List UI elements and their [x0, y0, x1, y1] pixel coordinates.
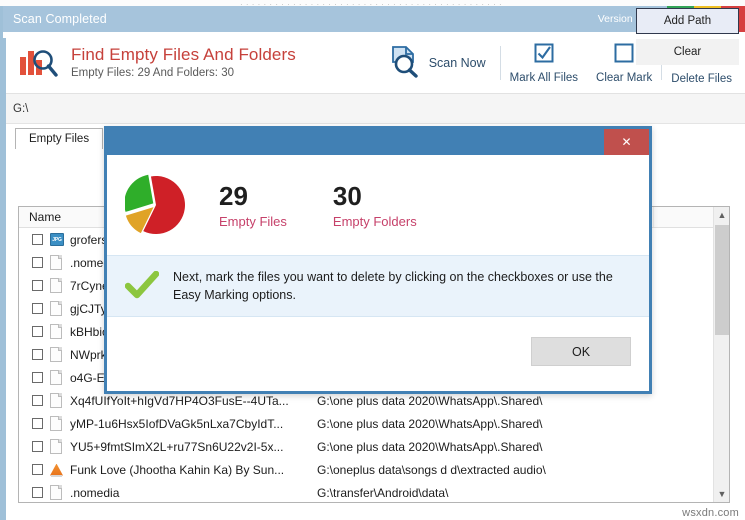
- empty-checkbox-icon: [613, 42, 635, 69]
- generic-file-icon: [50, 255, 62, 270]
- generic-file-icon: [50, 324, 62, 339]
- generic-file-icon: [50, 416, 62, 431]
- app-header: Find Empty Files And Folders Empty Files…: [3, 32, 745, 94]
- add-path-button[interactable]: Add Path: [636, 8, 739, 34]
- empty-folders-count: 30: [332, 181, 362, 211]
- file-name: yMP-1u6Hsx5IofDVaGk5nLxa7CbyIdT...: [70, 416, 284, 431]
- file-name: YU5+9fmtSImX2L+ru77Sn6U22v2I-5x...: [70, 439, 284, 454]
- row-checkbox[interactable]: [32, 257, 43, 268]
- empty-folders-label: Empty Folders: [332, 214, 417, 229]
- clear-mark-label: Clear Mark: [596, 72, 653, 84]
- vlc-media-icon: [50, 463, 63, 477]
- table-row[interactable]: YU5+9fmtSImX2L+ru77Sn6U22v2I-5x... G:\one…: [19, 435, 729, 458]
- dialog-title-bar: ✕: [107, 129, 649, 155]
- pie-slice: [124, 174, 154, 212]
- dialog-footer: OK: [107, 317, 649, 391]
- jpg-file-icon: JPG: [50, 233, 64, 246]
- scroll-up-button[interactable]: ▲: [714, 207, 730, 223]
- title-bar: Scan Completed Version 2.9.1 ✕: [3, 6, 745, 32]
- row-checkbox[interactable]: [32, 280, 43, 291]
- scan-now-label: Scan Now: [428, 56, 486, 70]
- scroll-down-button[interactable]: ▼: [714, 486, 730, 502]
- row-checkbox[interactable]: [32, 441, 43, 452]
- generic-file-icon: [50, 347, 62, 362]
- row-checkbox[interactable]: [32, 349, 43, 360]
- vertical-scrollbar[interactable]: ▲ ▼: [713, 207, 729, 502]
- brand-text: Find Empty Files And Folders Empty Files…: [71, 44, 296, 81]
- bar-chart-magnifier-icon: [17, 43, 61, 83]
- delete-files-label: Delete Files: [671, 73, 732, 85]
- checked-checkbox-icon: [533, 42, 555, 69]
- mark-all-files-button[interactable]: Mark All Files: [501, 36, 587, 90]
- window-title: Scan Completed: [13, 12, 107, 26]
- dialog-close-button[interactable]: ✕: [604, 129, 649, 155]
- row-checkbox[interactable]: [32, 234, 43, 245]
- generic-file-icon: [50, 485, 62, 500]
- row-checkbox[interactable]: [32, 372, 43, 383]
- row-checkbox[interactable]: [32, 395, 43, 406]
- generic-file-icon: [50, 278, 62, 293]
- generic-file-icon: [50, 439, 62, 454]
- path-bar: [3, 94, 745, 124]
- application-window: · · · · · · · · · · · · · · · · · · · · …: [0, 0, 745, 520]
- scrollbar-thumb[interactable]: [715, 225, 729, 335]
- table-row[interactable]: Funk Love (Jhootha Kahin Ka) By Sun... G:…: [19, 458, 729, 481]
- row-checkbox[interactable]: [32, 326, 43, 337]
- green-checkmark-icon: [124, 270, 160, 301]
- file-name: .nomedia: [70, 485, 120, 500]
- file-path: G:\one plus data 2020\WhatsApp\.Shared\: [317, 439, 543, 454]
- file-path: G:\one plus data 2020\WhatsApp\.Shared\: [317, 416, 543, 431]
- empty-files-stat: 29 Empty Files: [219, 181, 287, 229]
- dialog-stats: 29 Empty Files 30 Empty Folders: [107, 155, 649, 255]
- path-input[interactable]: [3, 102, 603, 115]
- pie-chart-icon: [124, 172, 191, 238]
- row-checkbox[interactable]: [32, 464, 43, 475]
- dialog-message-bar: Next, mark the files you want to delete …: [107, 255, 649, 317]
- page-title: Find Empty Files And Folders: [71, 45, 296, 64]
- file-path: G:\oneplus data\songs d d\extracted audi…: [317, 462, 546, 477]
- file-path: G:\transfer\Android\data\: [317, 485, 449, 500]
- clear-button[interactable]: Clear: [636, 39, 739, 65]
- empty-files-count: 29: [219, 181, 248, 211]
- scan-result-dialog: ✕ 29 Empty Files 30 Empty Folders Next,: [104, 126, 652, 394]
- close-icon: ✕: [621, 135, 632, 149]
- ok-button[interactable]: OK: [531, 337, 631, 366]
- row-checkbox[interactable]: [32, 303, 43, 314]
- watermark: wsxdn.com: [682, 507, 739, 519]
- scan-now-button[interactable]: Scan Now: [379, 36, 500, 90]
- mark-all-files-label: Mark All Files: [509, 72, 579, 84]
- empty-files-label: Empty Files: [219, 214, 287, 229]
- file-name: Xq4fUIfYoIt+hIgVd7HP4O3FusE--4UTa...: [70, 393, 289, 408]
- empty-folders-stat: 30 Empty Folders: [333, 181, 417, 229]
- tab-empty-files[interactable]: Empty Files: [15, 128, 104, 149]
- file-name: Funk Love (Jhootha Kahin Ka) By Sun...: [70, 462, 285, 477]
- scan-summary: Empty Files: 29 And Folders: 30: [71, 67, 234, 79]
- generic-file-icon: [50, 370, 62, 385]
- table-row[interactable]: yMP-1u6Hsx5IofDVaGk5nLxa7CbyIdT... G:\one…: [19, 412, 729, 435]
- file-path: G:\one plus data 2020\WhatsApp\.Shared\: [317, 393, 543, 408]
- row-checkbox[interactable]: [32, 418, 43, 429]
- brand: Find Empty Files And Folders Empty Files…: [3, 43, 296, 83]
- table-row[interactable]: .nomedia G:\transfer\Android\data\: [19, 481, 729, 504]
- dialog-message: Next, mark the files you want to delete …: [173, 270, 613, 302]
- row-checkbox[interactable]: [32, 487, 43, 498]
- generic-file-icon: [50, 393, 62, 408]
- window-left-edge: [3, 38, 6, 520]
- document-search-icon: [388, 44, 422, 83]
- generic-file-icon: [50, 301, 62, 316]
